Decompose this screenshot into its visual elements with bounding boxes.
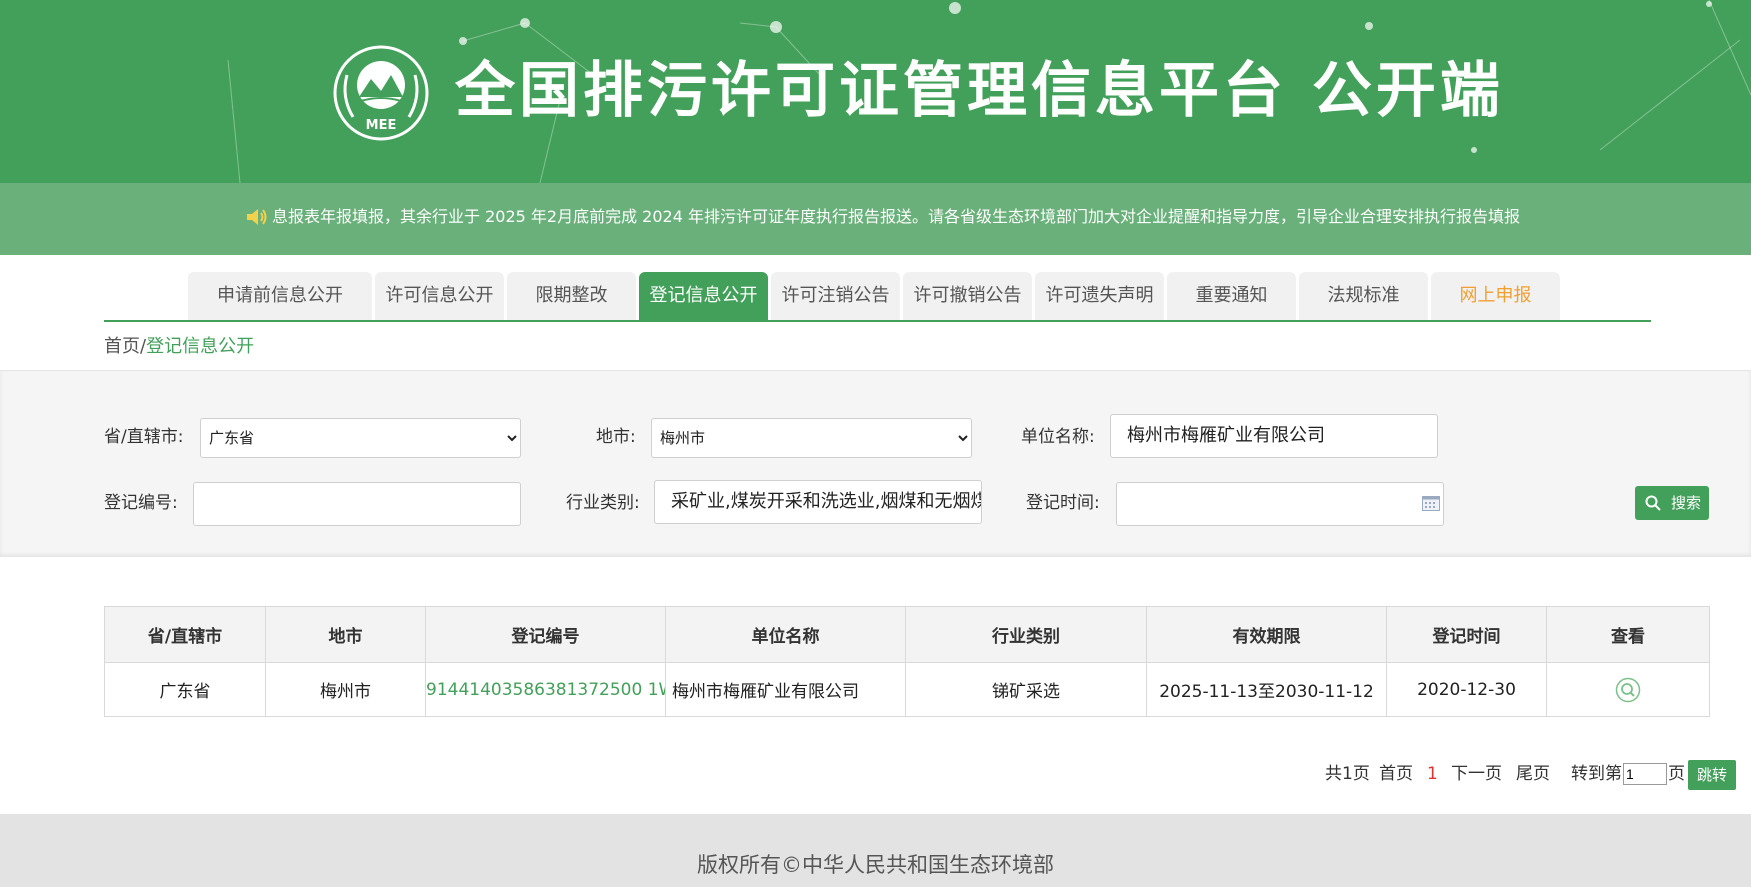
cell-industry: 锑矿采选	[905, 662, 1147, 717]
cell-view	[1546, 662, 1710, 717]
header-banner: MEE 全国排污许可证管理信息平台 公开端	[0, 0, 1751, 183]
calendar-icon[interactable]	[1422, 495, 1440, 511]
tab-registration-info[interactable]: 登记信息公开	[639, 272, 768, 320]
pager-first[interactable]: 首页	[1379, 760, 1413, 788]
nav-divider	[104, 320, 1651, 322]
reg-time-input[interactable]	[1116, 482, 1444, 526]
tab-permit-info[interactable]: 许可信息公开	[375, 272, 504, 320]
cell-city: 梅州市	[265, 662, 426, 717]
main-nav: 申请前信息公开 许可信息公开 限期整改 登记信息公开 许可注销公告 许可撤销公告…	[188, 272, 1560, 320]
footer-copyright: 版权所有©中华人民共和国生态环境部	[697, 853, 1054, 877]
results-table: 省/直辖市 地市 登记编号 单位名称 行业类别 有效期限 登记时间 查看 广东省…	[104, 606, 1710, 717]
pager-next[interactable]: 下一页	[1451, 760, 1502, 788]
speaker-icon	[247, 209, 267, 225]
view-magnifier-icon[interactable]	[1615, 677, 1641, 703]
breadcrumb-current: 登记信息公开	[146, 336, 255, 357]
reg-no-label: 登记编号:	[104, 493, 178, 513]
breadcrumb: 首页/登记信息公开	[104, 334, 254, 360]
notice-bar: 息报表年报填报，其余行业于 2025 年2月底前完成 2024 年排污许可证年度…	[0, 183, 1751, 255]
city-select[interactable]: 梅州市	[651, 418, 972, 458]
city-label: 地市:	[596, 427, 636, 447]
col-validity: 有效期限	[1146, 606, 1387, 663]
tab-important-notice[interactable]: 重要通知	[1167, 272, 1296, 320]
col-province: 省/直辖市	[104, 606, 266, 663]
site-title: 全国排污许可证管理信息平台 公开端	[455, 56, 1504, 126]
search-button-label: 搜索	[1671, 494, 1702, 512]
notice-text[interactable]: 息报表年报填报，其余行业于 2025 年2月底前完成 2024 年排污许可证年度…	[272, 205, 1572, 229]
logo-text: MEE	[366, 118, 397, 133]
industry-label: 行业类别:	[566, 493, 640, 513]
tab-revocation-notice[interactable]: 许可撤销公告	[903, 272, 1032, 320]
col-unit-name: 单位名称	[665, 606, 906, 663]
pager-current: 1	[1427, 764, 1438, 784]
pager-total: 共1页	[1325, 764, 1370, 784]
search-panel	[0, 370, 1751, 557]
province-select[interactable]: 广东省	[200, 418, 521, 458]
search-button[interactable]: 搜索	[1635, 486, 1709, 520]
col-view: 查看	[1546, 606, 1710, 663]
pager-goto-suffix: 页	[1668, 764, 1685, 784]
tab-pre-application[interactable]: 申请前信息公开	[188, 272, 372, 320]
tab-loss-statement[interactable]: 许可遗失声明	[1035, 272, 1164, 320]
pager-go-button[interactable]: 跳转	[1688, 760, 1736, 790]
cell-province: 广东省	[104, 662, 266, 717]
tab-rectification[interactable]: 限期整改	[507, 272, 636, 320]
col-industry: 行业类别	[905, 606, 1147, 663]
tab-online-declaration[interactable]: 网上申报	[1431, 272, 1560, 320]
cell-reg-no-link[interactable]: 91441403586381372500 1W	[425, 662, 666, 717]
cell-reg-time: 2020-12-30	[1386, 662, 1547, 717]
pager-goto-input[interactable]	[1623, 763, 1667, 785]
unit-name-input[interactable]: 梅州市梅雁矿业有限公司	[1110, 414, 1438, 458]
pager-goto-prefix: 转到第	[1571, 764, 1622, 784]
tab-cancellation-notice[interactable]: 许可注销公告	[771, 272, 900, 320]
search-icon	[1645, 495, 1661, 511]
col-reg-time: 登记时间	[1386, 606, 1547, 663]
industry-input[interactable]: 采矿业,煤炭开采和洗选业,烟煤和无烟煤开采洗选	[654, 480, 982, 524]
reg-time-label: 登记时间:	[1026, 493, 1100, 513]
unit-name-label: 单位名称:	[1021, 427, 1095, 447]
cell-validity: 2025-11-13至2030-11-12	[1146, 662, 1387, 717]
province-label: 省/直辖市:	[104, 427, 184, 447]
tab-regulations[interactable]: 法规标准	[1299, 272, 1428, 320]
breadcrumb-home[interactable]: 首页	[104, 336, 140, 357]
table-header-row: 省/直辖市 地市 登记编号 单位名称 行业类别 有效期限 登记时间 查看	[104, 606, 1710, 663]
col-city: 地市	[265, 606, 426, 663]
footer: 版权所有©中华人民共和国生态环境部	[0, 814, 1751, 887]
col-reg-no: 登记编号	[425, 606, 666, 663]
mee-emblem-icon: MEE	[333, 45, 429, 141]
cell-unit-name: 梅州市梅雁矿业有限公司	[665, 662, 906, 717]
pager-last[interactable]: 尾页	[1516, 760, 1550, 788]
table-row: 广东省 梅州市 91441403586381372500 1W 梅州市梅雁矿业有…	[104, 662, 1710, 717]
reg-no-input[interactable]	[193, 482, 521, 526]
